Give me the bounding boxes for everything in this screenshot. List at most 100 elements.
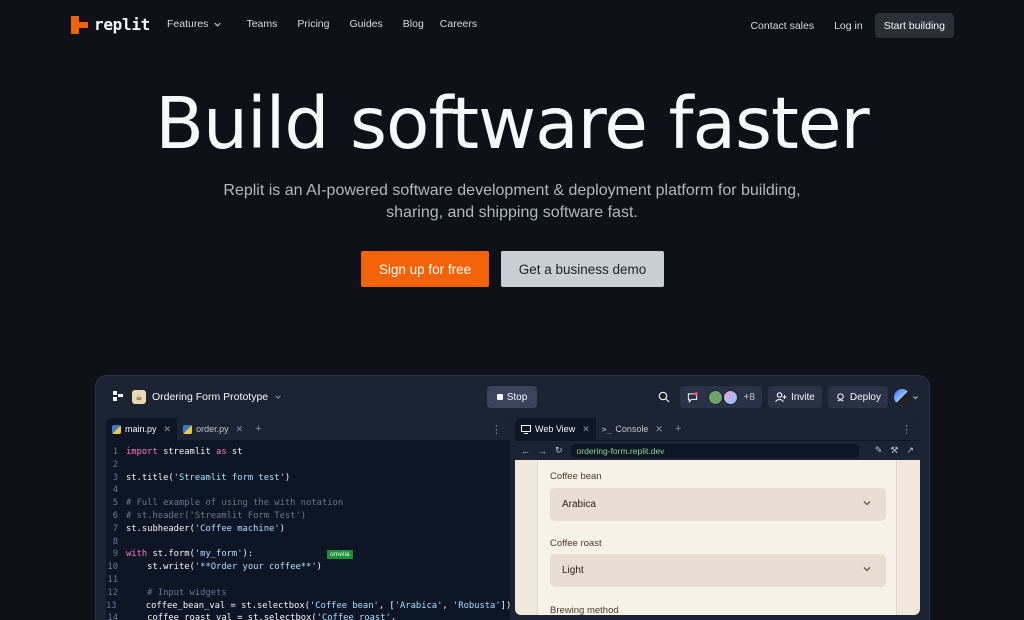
code-line: 5 # Full example of using the with notati…: [106, 497, 510, 510]
stop-button[interactable]: Stop: [487, 386, 537, 408]
code-line: 14 coffee_roast_val = st.selectbox('Coff…: [106, 612, 510, 620]
workspace-menu-icon[interactable]: [113, 391, 123, 401]
line-number: 13: [106, 600, 117, 611]
nav-teams[interactable]: Teams: [246, 18, 277, 30]
contact-sales-link[interactable]: Contact sales: [750, 20, 814, 32]
code-line: 10 st.write('**Order your coffee**'): [106, 561, 510, 574]
login-link[interactable]: Log in: [834, 20, 863, 32]
top-nav: replit Features Teams Pricing Guides Blo…: [0, 0, 1024, 50]
code-line: 11: [106, 574, 510, 587]
start-building-button[interactable]: Start building: [874, 13, 954, 38]
python-file-icon: [112, 424, 121, 434]
logo-text: replit: [94, 15, 150, 34]
close-icon[interactable]: ✕: [582, 424, 590, 435]
tab-order-py[interactable]: order.py ✕: [177, 418, 249, 440]
search-icon[interactable]: [658, 391, 670, 403]
forward-arrow-icon[interactable]: →: [538, 446, 547, 456]
avatar: [707, 389, 723, 405]
repl-avatar: ☕: [132, 390, 146, 404]
nav-blog[interactable]: Blog: [403, 18, 424, 30]
refresh-icon[interactable]: ↻: [555, 445, 563, 456]
chevron-down-icon: [913, 395, 918, 399]
nav-features[interactable]: Features: [167, 18, 222, 30]
line-number: 9: [112, 549, 118, 560]
add-tab-icon[interactable]: +: [249, 423, 267, 435]
order-form: Coffee bean Arabica Coffee roast Light B…: [537, 460, 897, 615]
close-icon[interactable]: ✕: [236, 424, 244, 435]
line-number: 10: [107, 562, 118, 573]
deploy-icon: [837, 392, 844, 402]
tab-web-view[interactable]: Web View ✕: [515, 418, 596, 440]
sign-up-button[interactable]: Sign up for free: [361, 251, 489, 287]
webview-url-bar: ← → ↻ ordering-form.replit.dev ✎ ⚒ ↗: [515, 440, 920, 460]
multiplayer-box[interactable]: +8: [679, 386, 762, 408]
line-number: 3: [112, 472, 118, 483]
coffee-roast-select[interactable]: Light: [550, 554, 886, 587]
more-options-icon[interactable]: ⋮: [893, 423, 920, 436]
monitor-icon: [521, 424, 531, 434]
line-number: 7: [112, 523, 118, 534]
chevron-down-icon: [863, 567, 871, 572]
webview-content: Coffee bean Arabica Coffee roast Light B…: [515, 460, 920, 615]
line-number: 12: [107, 587, 118, 598]
close-icon[interactable]: ✕: [164, 424, 172, 435]
devtools-icon[interactable]: ⚒: [890, 445, 898, 456]
code-text: coffee_roast_val = st.selectbox('Coffee …: [126, 613, 397, 620]
repl-name[interactable]: ☕ Ordering Form Prototype: [132, 390, 282, 404]
tab-console[interactable]: >_ Console ✕: [596, 418, 669, 440]
code-text: # Input widgets: [126, 587, 227, 598]
more-options-icon[interactable]: ⋮: [483, 423, 510, 436]
replit-logo[interactable]: replit: [71, 15, 150, 34]
code-text: import streamlit as st: [126, 447, 243, 457]
code-text: coffee_bean_val = st.selectbox('Coffee b…: [124, 600, 510, 611]
coffee-bean-select[interactable]: Arabica: [550, 488, 886, 521]
chevron-down-icon: [863, 501, 871, 506]
extra-users-count: +8: [743, 391, 755, 403]
webview-tabs: Web View ✕ >_ Console ✕ + ⋮: [515, 418, 920, 440]
line-number: 14: [107, 613, 118, 620]
code-line: 2: [106, 459, 510, 472]
line-number: 4: [112, 485, 118, 496]
ide-header-actions: +8 Invite Deploy: [658, 386, 919, 408]
nav-careers[interactable]: Careers: [440, 18, 477, 30]
user-avatar[interactable]: [894, 389, 919, 405]
back-arrow-icon[interactable]: ←: [521, 446, 530, 456]
python-file-icon: [183, 424, 193, 434]
nav-links: Features Teams Pricing Guides Blog Caree…: [167, 18, 477, 30]
close-icon[interactable]: ✕: [655, 424, 663, 435]
code-line: 12 # Input widgets: [106, 587, 510, 600]
field-label: Coffee roast: [550, 538, 602, 549]
deploy-button[interactable]: Deploy: [827, 386, 888, 408]
hero-subtitle: Replit is an AI-powered software develop…: [223, 182, 801, 221]
tab-main-py[interactable]: main.py ✕: [106, 418, 178, 440]
open-external-icon[interactable]: ↗: [906, 445, 914, 456]
add-user-icon: [775, 391, 787, 402]
field-label: Brewing method: [550, 605, 619, 615]
ide-preview: ☕ Ordering Form Prototype Stop +8 Invite…: [95, 375, 930, 620]
code-text: with st.form('my_form'):: [126, 549, 254, 560]
field-label: Coffee bean: [550, 471, 602, 482]
nav-right: Contact sales Log in Start building: [750, 13, 954, 38]
invite-button[interactable]: Invite: [767, 386, 822, 408]
url-field[interactable]: ordering-form.replit.dev: [570, 443, 859, 458]
terminal-icon: >_: [601, 424, 612, 434]
replit-logo-icon: [71, 15, 88, 34]
editor-panel: main.py ✕ order.py ✕ + ⋮ 1 import streaml…: [106, 418, 510, 620]
nav-guides[interactable]: Guides: [349, 18, 382, 30]
business-demo-button[interactable]: Get a business demo: [501, 251, 664, 287]
line-number: 5: [112, 498, 118, 509]
edit-icon[interactable]: ✎: [875, 445, 883, 456]
chevron-down-icon: [275, 395, 281, 399]
webview-panel: Web View ✕ >_ Console ✕ + ⋮ ← → ↻ orderi…: [515, 418, 920, 615]
line-number: 6: [112, 510, 118, 521]
code-text: # st.header('Streamlit Form Test'): [126, 510, 307, 521]
code-line: 7 st.subheader('Coffee machine'): [106, 523, 510, 536]
avatar: [722, 389, 738, 405]
code-editor[interactable]: 1 import streamlit as st 2 3 st.title('Strea…: [106, 440, 510, 620]
nav-pricing[interactable]: Pricing: [297, 18, 329, 30]
hero-title: Build software faster: [155, 82, 869, 165]
add-tab-icon[interactable]: +: [669, 423, 687, 435]
code-line: 3 st.title('Streamlit form test'): [106, 472, 510, 485]
collaborator-cursor-label: ornella: [327, 550, 353, 559]
chat-icon[interactable]: [687, 391, 698, 403]
